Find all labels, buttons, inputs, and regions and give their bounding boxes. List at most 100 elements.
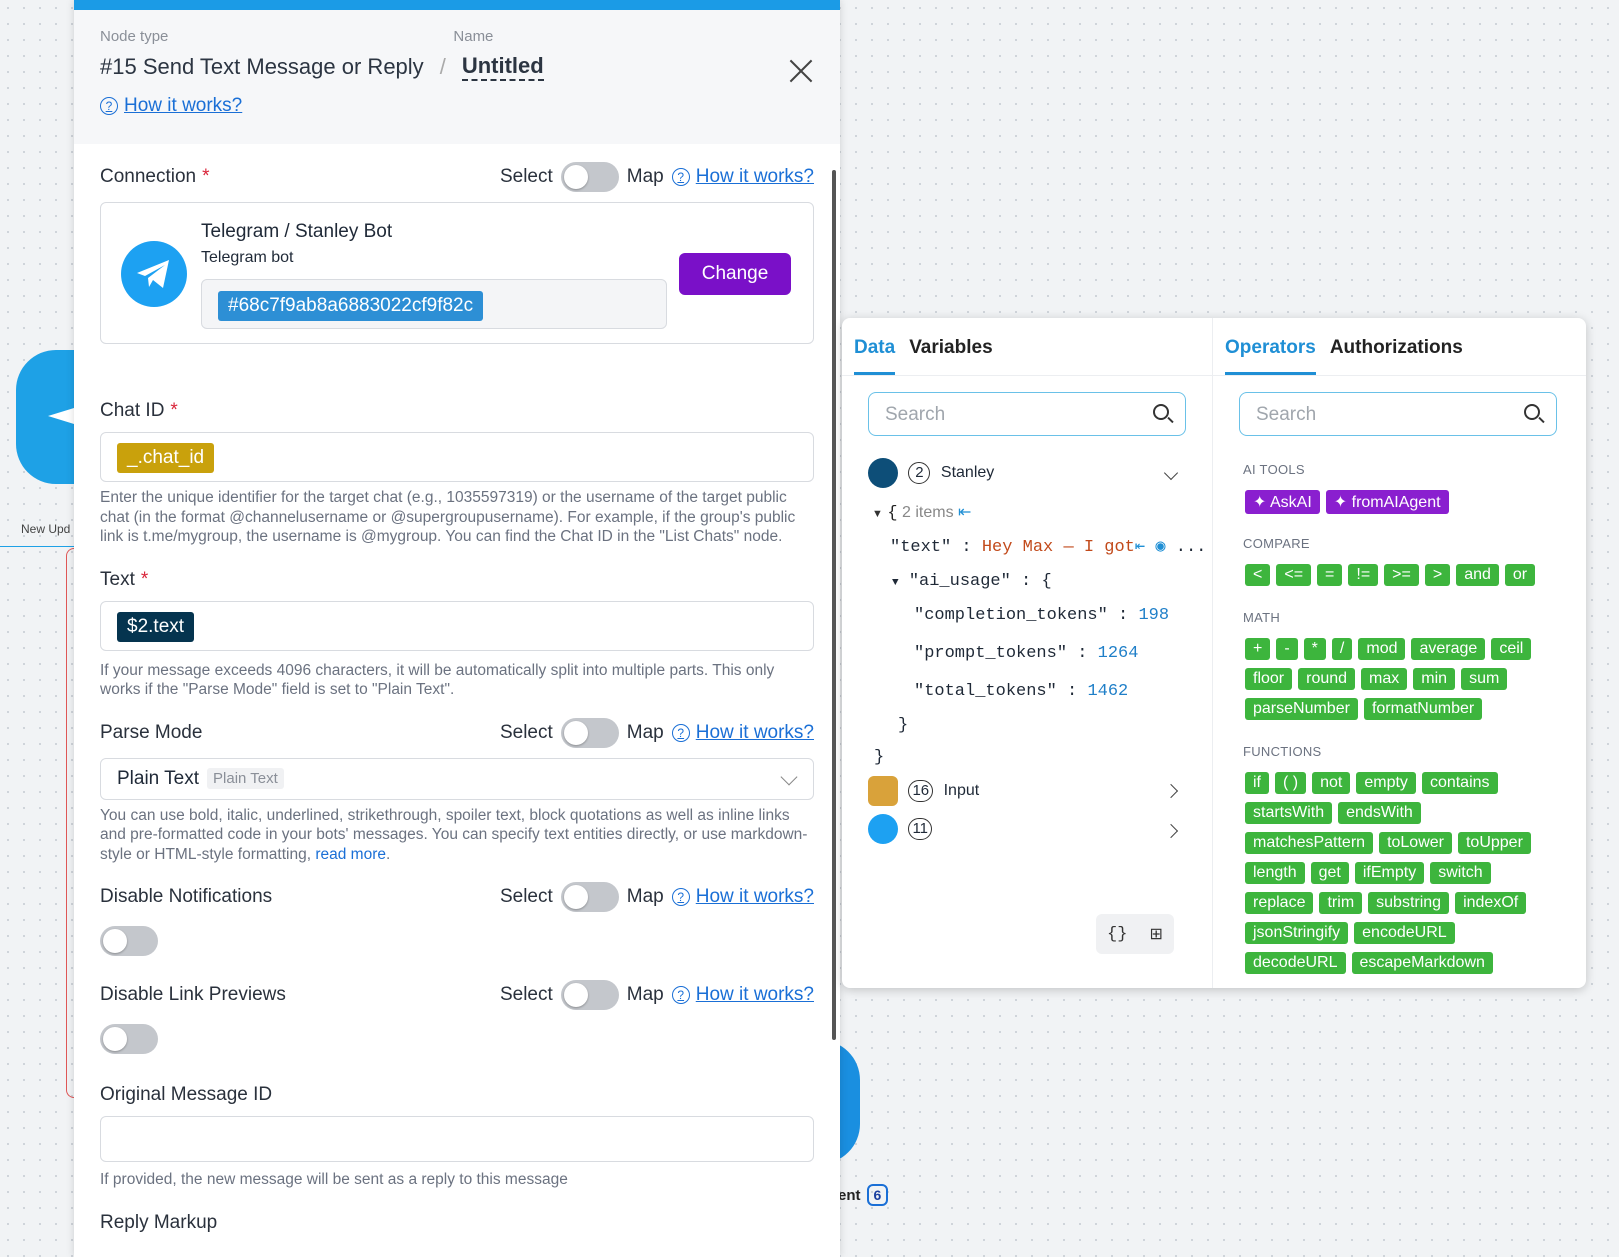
operator--chip[interactable]: + [1245,638,1271,660]
operator-min-chip[interactable]: min [1413,668,1456,690]
data-search-input[interactable]: Search [868,392,1186,436]
functions-heading: FUNCTIONS [1243,744,1322,759]
map-icon[interactable]: ⇤ [1135,538,1145,557]
operator-mod-chip[interactable]: mod [1358,638,1406,660]
operator-parsenumber-chip[interactable]: parseNumber [1245,698,1358,720]
operator-tolower-chip[interactable]: toLower [1379,832,1452,854]
operator--chip[interactable]: ( ) [1275,772,1307,794]
operator-ifempty-chip[interactable]: ifEmpty [1354,862,1425,884]
tree-object-root[interactable]: ▼ { 2 items ⇤ [872,502,971,523]
tree-row-prompt-tokens[interactable]: "prompt_tokens" : 1264 [914,644,1138,663]
disable-link-previews-select-map-toggle[interactable] [560,980,619,1010]
operator-escapemarkdown-chip[interactable]: escapeMarkdown [1351,952,1493,974]
operator-startswith-chip[interactable]: startsWith [1245,802,1333,824]
operator-average-chip[interactable]: average [1411,638,1486,660]
header-how-it-works-link[interactable]: ? How it works? [100,95,242,117]
operator-decodeurl-chip[interactable]: decodeURL [1245,952,1346,974]
text-input[interactable]: $2.text [100,600,814,651]
operators-search-input[interactable]: Search [1239,392,1557,436]
chat-id-input[interactable]: _.chat_id [100,432,814,482]
canvas-node-right-label: ent 6 [838,1184,889,1206]
tab-operators[interactable]: Operators [1225,337,1316,375]
tree-row-completion-tokens[interactable]: "completion_tokens" : 198 [914,606,1169,625]
operator-contains-chip[interactable]: contains [1421,772,1498,794]
tree-view-icon[interactable]: ⊞ [1150,924,1163,944]
operator-or-chip[interactable]: or [1504,564,1536,586]
text-pill[interactable]: $2.text [117,611,195,642]
operator-sum-chip[interactable]: sum [1461,668,1508,690]
tree-node-stanley[interactable]: 2 Stanley [868,458,994,488]
operator--chip[interactable]: >= [1384,564,1419,586]
read-more-link[interactable]: read more [315,846,386,863]
tab-variables[interactable]: Variables [909,337,992,375]
operator-matchespattern-chip[interactable]: matchesPattern [1245,832,1374,854]
operator-indexof-chip[interactable]: indexOf [1455,892,1527,914]
operator--chip[interactable]: = [1317,564,1343,586]
disable-link-previews-select-label: Select [499,984,553,1005]
operator-jsonstringify-chip[interactable]: jsonStringify [1245,922,1349,944]
operator--chip[interactable]: * [1303,638,1326,660]
disable-link-previews-how-it-works-link[interactable]: ? How it works? [671,984,814,1006]
connection-how-it-works-link[interactable]: ? How it works? [671,166,814,188]
operator--chip[interactable]: < [1245,564,1271,586]
operator-max-chip[interactable]: max [1361,668,1408,690]
node-title: #15 Send Text Message or Reply [100,54,424,79]
disable-link-previews-toggle[interactable] [100,1024,158,1054]
operator-not-chip[interactable]: not [1312,772,1351,794]
tab-data[interactable]: Data [854,337,896,375]
panel-scrollbar[interactable] [832,170,836,1040]
operator--chip[interactable]: - [1276,638,1298,660]
parse-mode-select-map-toggle[interactable] [560,717,619,748]
operator-trim-chip[interactable]: trim [1319,892,1363,914]
change-connection-button[interactable]: Change [679,253,791,295]
original-message-id-input[interactable] [100,1116,814,1162]
collapse-icon[interactable]: ⇤ [958,504,971,521]
tree-row-total-tokens[interactable]: "total_tokens" : 1462 [914,682,1128,701]
connection-id-field[interactable]: #68c7f9ab8a6883022cf9f82c [201,279,667,329]
operator-formatnumber-chip[interactable]: formatNumber [1363,698,1483,720]
operator-substring-chip[interactable]: substring [1368,892,1450,914]
close-icon[interactable] [788,58,814,84]
operator-endswith-chip[interactable]: endsWith [1338,802,1421,824]
tree-node-telegram[interactable]: 11 [868,814,938,844]
json-view-icon[interactable]: {} [1107,925,1127,944]
tree-row-ai-usage[interactable]: ▼ "ai_usage" : { [892,572,1052,591]
chevron-right-icon[interactable] [1163,783,1179,799]
question-icon: ? [671,723,690,742]
operator--chip[interactable]: > [1424,564,1451,586]
operator-round-chip[interactable]: round [1298,668,1356,690]
tab-authorizations[interactable]: Authorizations [1330,337,1463,375]
disable-notifications-select-map-toggle[interactable] [560,882,619,912]
tree-row-text[interactable]: "text" : Hey Max — I got⇤ ◉ ... [890,536,1206,557]
tree-node-input[interactable]: 16 Input [868,776,979,806]
operators-column: Operators Authorizations Search AI TOOLS… [1212,318,1586,988]
chat-id-pill[interactable]: _.chat_id [117,443,215,473]
operator-switch-chip[interactable]: switch [1430,862,1491,884]
operator-fromaiagent-chip[interactable]: ✦ fromAIAgent [1325,490,1449,514]
node-name-input[interactable]: Untitled [461,53,544,81]
operator-encodeurl-chip[interactable]: encodeURL [1354,922,1455,944]
connection-select-map-toggle[interactable] [560,162,619,192]
chevron-right-icon[interactable] [1163,823,1179,839]
disable-notifications-select-label: Select [499,886,553,907]
parse-mode-how-it-works-link[interactable]: ? How it works? [671,722,814,744]
parse-mode-select[interactable]: Plain Text Plain Text [100,757,814,800]
operator--chip[interactable]: != [1348,564,1379,586]
operator-replace-chip[interactable]: replace [1245,892,1314,914]
eye-icon[interactable]: ◉ [1155,538,1165,557]
operator-get-chip[interactable]: get [1310,862,1349,884]
operator--chip[interactable]: / [1331,638,1353,660]
disable-notifications-toggle[interactable] [100,926,158,956]
operator-empty-chip[interactable]: empty [1356,772,1416,794]
chevron-down-icon[interactable] [1163,465,1179,481]
operator-toupper-chip[interactable]: toUpper [1457,832,1531,854]
operator-ceil-chip[interactable]: ceil [1491,638,1532,660]
functions-row-3: matchesPattern toLower toUpper [1245,832,1531,854]
operator-askai-chip[interactable]: ✦ AskAI [1245,490,1320,514]
operator-if-chip[interactable]: if [1245,772,1269,794]
operator-and-chip[interactable]: and [1456,564,1499,586]
disable-notifications-how-it-works-link[interactable]: ? How it works? [671,886,814,908]
operator--chip[interactable]: <= [1276,564,1312,586]
operator-floor-chip[interactable]: floor [1245,668,1293,690]
operator-length-chip[interactable]: length [1245,862,1305,884]
